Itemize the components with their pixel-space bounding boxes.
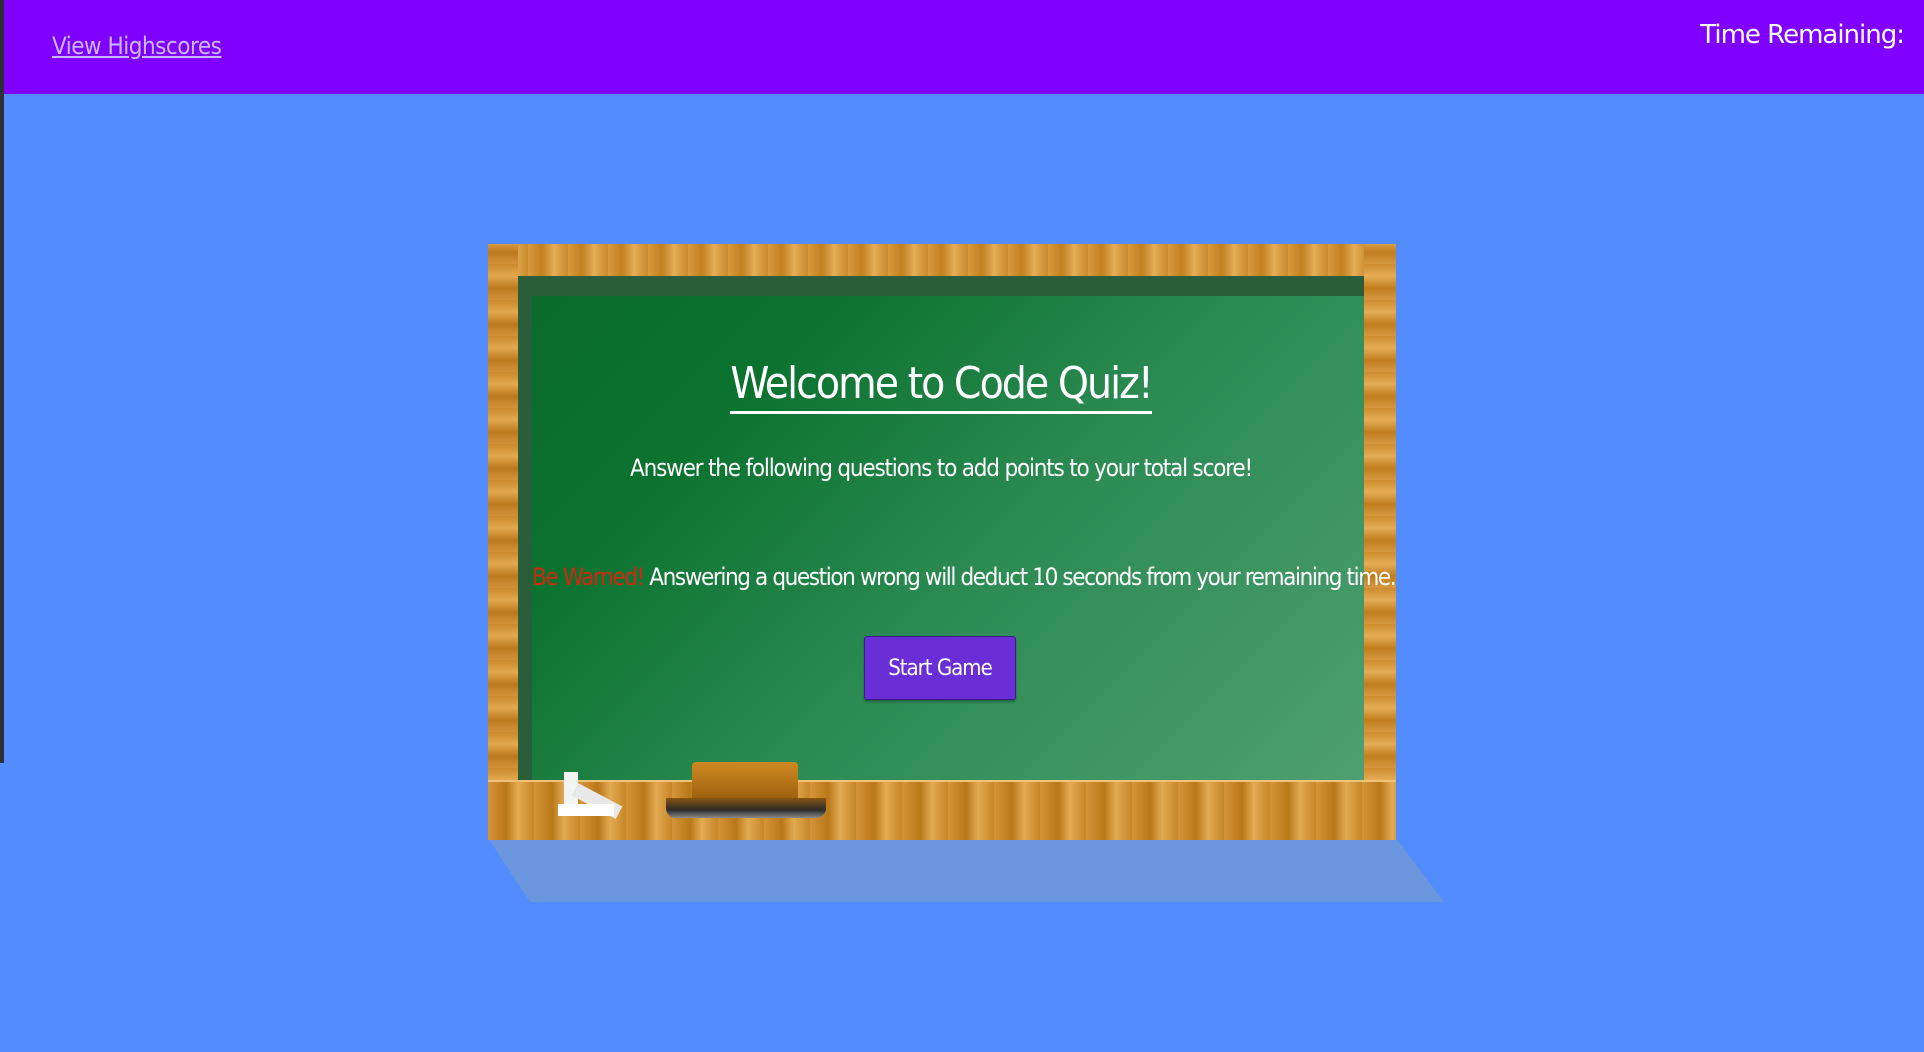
chalk-piece-icon	[558, 804, 614, 816]
quiz-intro: Welcome to Code Quiz! Answer the followi…	[518, 276, 1397, 784]
eraser-base-icon	[666, 798, 826, 818]
chalk-tray	[488, 780, 1396, 840]
chalkboard-shadow	[488, 838, 1444, 902]
eraser-icon	[692, 762, 798, 802]
frame-left	[488, 244, 518, 840]
intro-text: Answer the following questions to add po…	[630, 454, 1253, 482]
warning-label: Be Warned!	[532, 563, 645, 591]
chalkboard: Welcome to Code Quiz! Answer the followi…	[488, 244, 1397, 840]
start-game-button[interactable]: Start Game	[864, 636, 1016, 700]
title-text: Welcome to Code Quiz!	[730, 358, 1154, 414]
page-title: Welcome to Code Quiz!	[518, 358, 1364, 414]
warning-message: Be Warned! Answering a question wrong wi…	[532, 563, 1397, 591]
frame-top	[488, 244, 1396, 276]
view-highscores-link[interactable]: View Highscores	[52, 32, 222, 60]
frame-right	[1364, 244, 1396, 840]
window-edge	[0, 0, 4, 763]
warning-text: Answering a question wrong will deduct 1…	[643, 563, 1396, 591]
top-bar: View Highscores Time Remaining:	[4, 0, 1924, 94]
time-remaining-label: Time Remaining:	[1700, 20, 1905, 50]
